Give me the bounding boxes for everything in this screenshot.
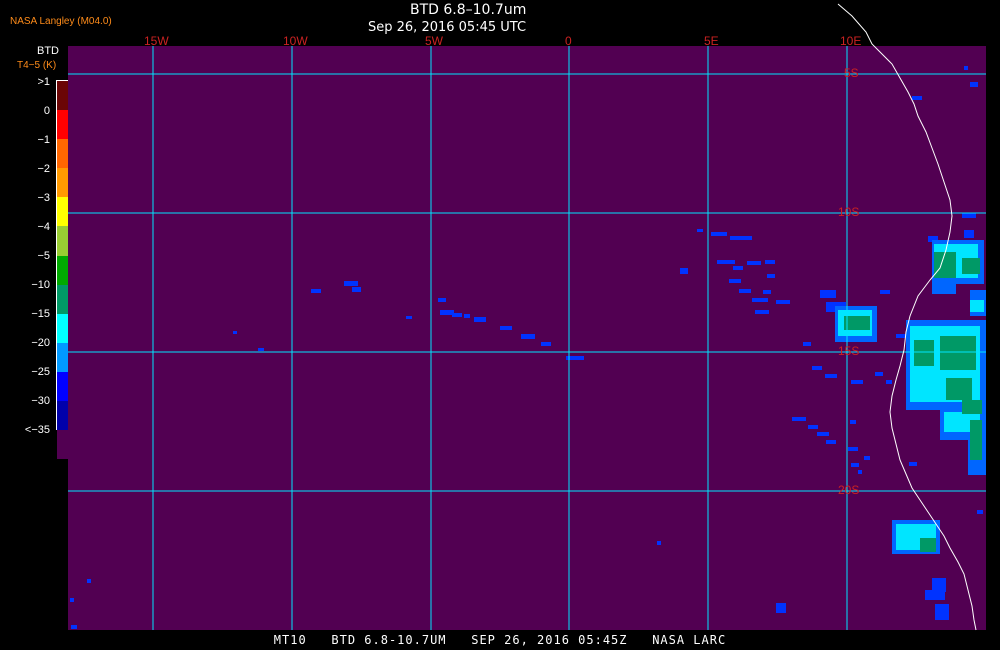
lon-label-0: 0 [565, 34, 572, 48]
lat-label-15s: 15S [838, 344, 859, 358]
lon-label-10e: 10E [840, 34, 861, 48]
lon-label-5e: 5E [704, 34, 719, 48]
footer-channel: BTD 6.8-10.7UM [331, 633, 447, 647]
lat-label-10s: 10S [838, 205, 859, 219]
footer-source: NASA LARC [652, 633, 727, 647]
footer-date: SEP 26, 2016 05:45Z [471, 633, 628, 647]
footer-bar: MT10 BTD 6.8-10.7UM SEP 26, 2016 05:45Z … [0, 630, 1000, 650]
lon-label-10w: 10W [283, 34, 308, 48]
satellite-map: 15W 10W 5W 0 5E 10E 5S 10S 15S 20S [68, 3, 986, 631]
lon-label-5w: 5W [425, 34, 444, 48]
footer-product: MT10 [273, 633, 307, 647]
lat-label-20s: 20S [838, 483, 859, 497]
lon-label-15w: 15W [144, 34, 169, 48]
lat-label-5s: 5S [844, 66, 859, 80]
